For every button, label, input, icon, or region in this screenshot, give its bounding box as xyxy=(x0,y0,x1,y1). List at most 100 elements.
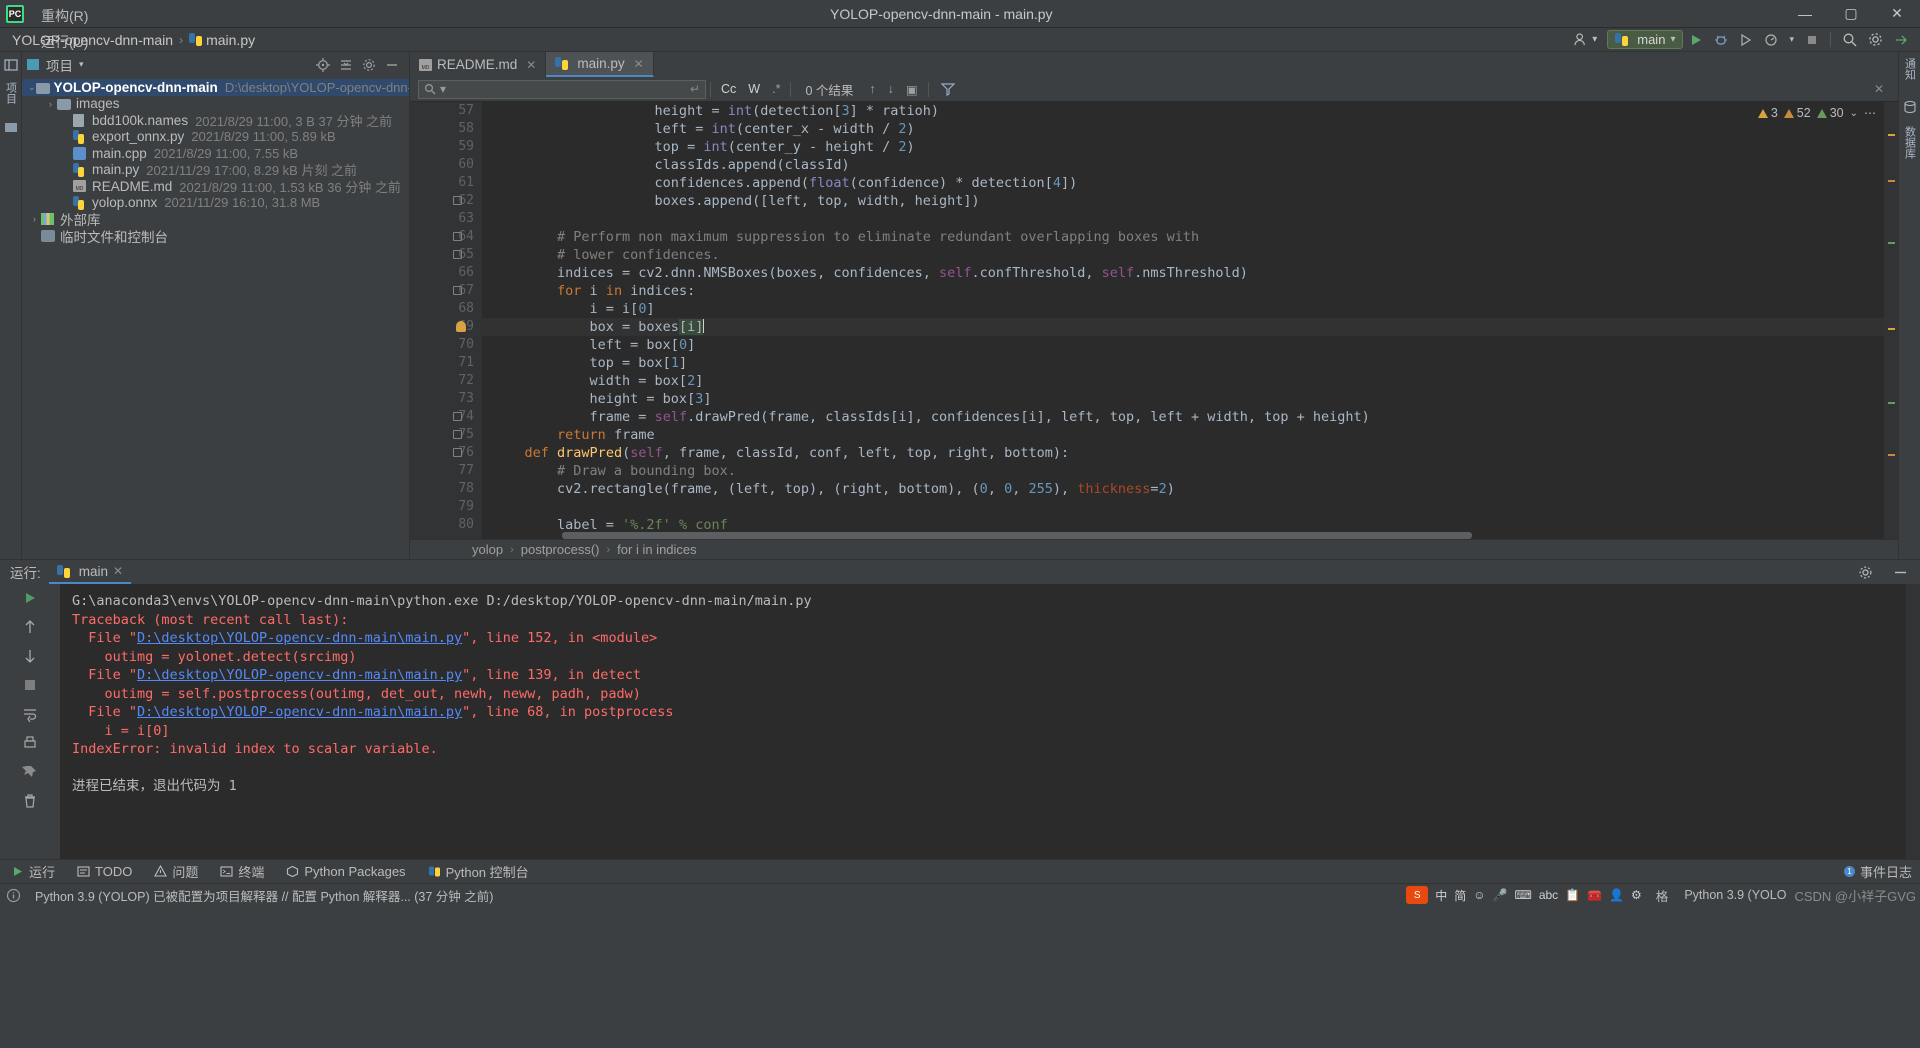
intention-bulb-icon[interactable] xyxy=(456,321,466,332)
search-input[interactable] xyxy=(450,82,686,96)
code-editor[interactable]: 57 58 59 60 61 62 63 64 65 66 67 68 69 70 71 72 73 74 75 76… xyxy=(410,102,1898,539)
code-line[interactable]: top = int(center_y - height / 2) xyxy=(482,138,1884,156)
code-line[interactable]: box = boxes[i] xyxy=(482,318,1884,336)
typo-count-group[interactable]: 30 xyxy=(1816,106,1844,120)
chevron-icon[interactable]: › xyxy=(44,99,57,109)
editor-breadcrumb-item-1[interactable]: postprocess() xyxy=(521,542,600,557)
close-find-button[interactable]: ✕ xyxy=(1868,82,1890,96)
commit-icon[interactable] xyxy=(4,120,18,134)
tree-node-1[interactable]: › images xyxy=(22,96,409,113)
scroll-down-icon[interactable] xyxy=(22,648,38,664)
profile-run-icon[interactable] xyxy=(1764,33,1778,47)
breadcrumb-project[interactable]: YOLOP-opencv-dnn-main xyxy=(12,32,173,48)
python-interpreter-indicator[interactable]: Python 3.9 (YOLO xyxy=(1676,888,1794,902)
find-next-button[interactable]: ↓ xyxy=(882,82,900,96)
tree-node-6[interactable]: MD README.md 2021/8/29 11:00, 1.53 kB 36 分… xyxy=(22,178,409,195)
gear-icon[interactable] xyxy=(1868,32,1883,47)
chevron-down-icon[interactable]: ⌄ xyxy=(1850,108,1858,119)
code-line[interactable]: # lower confidences. xyxy=(482,246,1884,264)
sidebar-item-project[interactable]: 项目 xyxy=(3,82,19,104)
tree-node-4[interactable]: main.cpp 2021/8/29 11:00, 7.55 kB xyxy=(22,145,409,162)
code-line[interactable]: left = box[0] xyxy=(482,336,1884,354)
hide-panel-icon[interactable] xyxy=(385,58,399,72)
code-line[interactable]: boxes.append([left, top, width, height]) xyxy=(482,192,1884,210)
sogou-ime-icon[interactable]: S xyxy=(1406,886,1429,904)
bottom-tool-todo[interactable]: TODO xyxy=(66,862,143,881)
tray-icon-9[interactable]: ⚙ xyxy=(1631,888,1642,902)
stop-icon[interactable] xyxy=(22,677,38,693)
breadcrumb-file[interactable]: main.py xyxy=(206,32,255,48)
gear-icon[interactable] xyxy=(1858,565,1873,580)
tray-icon-5[interactable]: abc xyxy=(1539,888,1558,902)
fold-marker-icon[interactable] xyxy=(453,232,462,241)
tree-node-7[interactable]: yolop.onnx 2021/11/29 16:10, 31.8 MB xyxy=(22,195,409,212)
stop-icon[interactable] xyxy=(1805,33,1819,47)
console-file-link[interactable]: D:\desktop\YOLOP-opencv-dnn-main\main.py xyxy=(137,630,462,646)
filter-icon[interactable] xyxy=(940,82,955,96)
bottom-tool-python-packages[interactable]: Python Packages xyxy=(275,862,416,881)
editor-breadcrumb-item-0[interactable]: yolop xyxy=(472,542,503,557)
chevron-down-icon[interactable]: ▾ xyxy=(1789,34,1794,45)
code-line[interactable] xyxy=(482,210,1884,228)
sidebar-item-database[interactable]: 数据库 xyxy=(1902,126,1918,159)
find-previous-button[interactable]: ↑ xyxy=(863,82,881,96)
editor-tab-0[interactable]: MD README.md ✕ xyxy=(410,52,547,77)
console-output[interactable]: G:\anaconda3\envs\YOLOP-opencv-dnn-main\… xyxy=(60,584,1906,859)
select-all-occurrences-button[interactable]: ▣ xyxy=(900,82,924,97)
more-options-icon[interactable]: ⋯ xyxy=(1864,106,1876,120)
tree-node-3[interactable]: export_onnx.py 2021/8/29 11:00, 5.89 kB xyxy=(22,129,409,146)
tray-icon-2[interactable]: ☺ xyxy=(1473,888,1485,902)
close-button[interactable]: ✕ xyxy=(1874,0,1920,28)
close-icon[interactable]: ✕ xyxy=(634,57,644,71)
scrollbar-thumb[interactable] xyxy=(562,532,1472,539)
event-log-button[interactable]: 1 事件日志 xyxy=(1836,862,1920,881)
tree-node-9[interactable]: 临时文件和控制台 xyxy=(22,228,409,245)
hide-panel-icon[interactable] xyxy=(1893,565,1908,580)
console-file-link[interactable]: D:\desktop\YOLOP-opencv-dnn-main\main.py xyxy=(137,704,462,720)
bottom-tool-终端[interactable]: 终端 xyxy=(209,862,275,881)
collapse-all-icon[interactable] xyxy=(339,58,353,72)
run-configuration-selector[interactable]: main ▾ xyxy=(1607,30,1684,49)
fold-marker-icon[interactable] xyxy=(453,286,462,295)
chevron-icon[interactable]: ⌄ xyxy=(28,82,36,93)
warning-count-group[interactable]: 3 xyxy=(1757,106,1778,120)
tray-icon-0[interactable]: 中 xyxy=(1435,887,1447,904)
run-icon[interactable] xyxy=(1689,33,1703,47)
code-line[interactable]: width = box[2] xyxy=(482,372,1884,390)
code-line[interactable]: classIds.append(classId) xyxy=(482,156,1884,174)
chevron-icon[interactable]: › xyxy=(28,214,41,224)
code-line[interactable]: top = box[1] xyxy=(482,354,1884,372)
project-panel-toggle-icon[interactable] xyxy=(3,58,18,72)
code-line[interactable]: frame = self.drawPred(frame, classIds[i]… xyxy=(482,408,1884,426)
run-tab-main[interactable]: main ✕ xyxy=(48,560,132,584)
words-toggle[interactable]: W xyxy=(742,82,766,96)
database-icon[interactable] xyxy=(1903,100,1917,114)
code-line[interactable]: # Draw a bounding box. xyxy=(482,462,1884,480)
maximize-button[interactable]: ▢ xyxy=(1828,0,1874,28)
fold-marker-icon[interactable] xyxy=(453,250,462,259)
code-line[interactable]: height = int(detection[3] * ratioh) xyxy=(482,102,1884,120)
fold-marker-icon[interactable] xyxy=(453,196,462,205)
reset-search-icon[interactable]: ↵ xyxy=(690,82,700,96)
editor-tab-1[interactable]: main.py ✕ xyxy=(546,52,654,77)
search-everywhere-icon[interactable] xyxy=(1842,32,1857,47)
editor-breadcrumb-item-2[interactable]: for i in indices xyxy=(617,542,696,557)
tray-icon-7[interactable]: 🧰 xyxy=(1587,888,1602,902)
fold-marker-icon[interactable] xyxy=(453,430,462,439)
encoding-indicator[interactable]: 格 xyxy=(1648,886,1677,905)
close-icon[interactable]: ✕ xyxy=(113,564,123,578)
tray-icon-4[interactable]: ⌨ xyxy=(1514,888,1531,902)
code-line[interactable]: i = i[0] xyxy=(482,300,1884,318)
console-scrollbar[interactable] xyxy=(1906,584,1920,859)
editor-minimap-rail[interactable] xyxy=(1884,102,1898,539)
print-icon[interactable] xyxy=(22,735,38,751)
regex-toggle[interactable]: .* xyxy=(766,82,786,96)
inspection-status[interactable]: 3 52 30 ⌄ ⋯ xyxy=(1757,106,1876,120)
match-case-toggle[interactable]: Cc xyxy=(715,82,742,96)
interpreter-notification[interactable]: Python 3.9 (YOLOP) 已被配置为项目解释器 // 配置 Pyth… xyxy=(27,886,501,905)
find-input-wrapper[interactable]: ▾ ↵ xyxy=(418,79,706,99)
tray-icon-1[interactable]: 简 xyxy=(1454,887,1466,904)
tree-node-5[interactable]: main.py 2021/11/29 17:00, 8.29 kB 片刻 之前 xyxy=(22,162,409,178)
gear-icon[interactable] xyxy=(362,58,376,72)
fold-marker-icon[interactable] xyxy=(453,448,462,457)
